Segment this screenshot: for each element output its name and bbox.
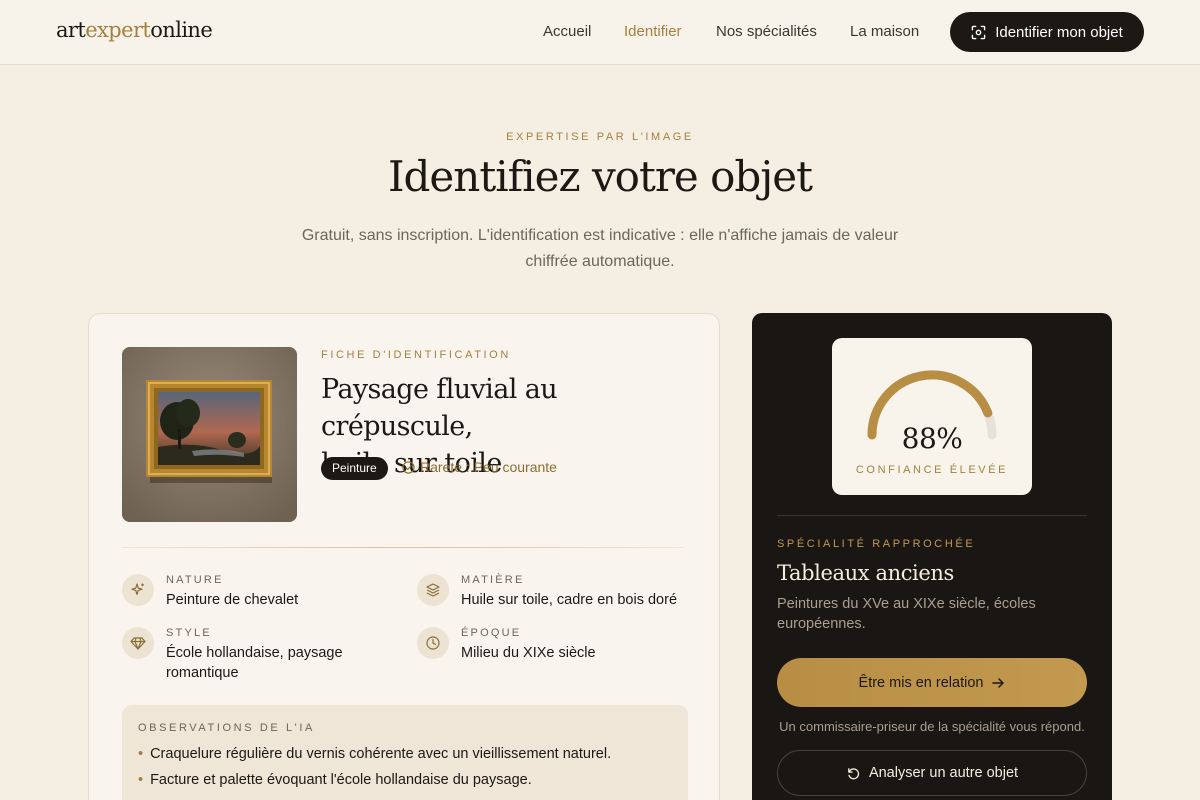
observation-text: Craquelure régulière du vernis cohérente… [150, 746, 612, 762]
panel-divider [777, 515, 1087, 516]
attribute-nature: NATURE Peinture de chevalet [122, 574, 392, 618]
subtitle-line-2: chiffrée automatique. [525, 253, 675, 270]
confidence-label: CONFIANCE ÉLEVÉE [855, 464, 1009, 476]
specialty-description: Peintures du XVe au XIXe siècle, écoles … [777, 596, 1036, 632]
confidence-value: 88% [901, 422, 963, 455]
bullet: • [138, 746, 144, 762]
attribute-style: STYLE École hollandaise, paysage romanti… [122, 627, 392, 691]
attribute-label: ÉPOQUE [461, 627, 522, 639]
object-title-line-1: Paysage fluvial au crépuscule, [321, 374, 558, 442]
sparkle-icon [122, 574, 154, 606]
subtitle-line-1: Gratuit, sans inscription. L'identificat… [301, 227, 899, 244]
specialty-title: Tableaux anciens [777, 561, 954, 585]
refresh-icon [846, 766, 861, 781]
attribute-value: Peinture de chevalet [166, 592, 299, 608]
list-item: • Craquelure régulière du vernis cohérent… [138, 746, 611, 762]
observation-text: Facture et palette évoquant l'école holl… [150, 772, 532, 788]
arrow-right-icon [991, 676, 1005, 690]
identify-object-label: Identifier mon objet [995, 23, 1123, 41]
object-photo [122, 347, 297, 522]
contact-note: Un commissaire-priseur de la spécialité … [779, 719, 1085, 734]
hero-eyebrow: EXPERTISE PAR L'IMAGE [506, 131, 694, 143]
contact-expert-label: Être mis en relation [858, 674, 984, 691]
attribute-value-line-1: École hollandaise, paysage [166, 645, 343, 661]
attribute-epoque: ÉPOQUE Milieu du XIXe siècle [417, 627, 697, 671]
category-tag: Peinture [321, 457, 388, 480]
attribute-value: Milieu du XIXe siècle [461, 645, 596, 661]
attribute-value-line-2: romantique [166, 665, 239, 681]
specialty-eyebrow: SPÉCIALITÉ RAPPROCHÉE [777, 538, 976, 550]
hero-subtitle: Gratuit, sans inscription. L'identificat… [270, 223, 930, 275]
attribute-value: École hollandaise, paysage romantique [166, 643, 343, 683]
rarity-badge: Rareté : Peu courante [402, 459, 557, 475]
list-item: • Facture et palette évoquant l'école hol… [138, 772, 532, 788]
layers-icon [417, 574, 449, 606]
confidence-gauge: 88% CONFIANCE ÉLEVÉE [832, 338, 1032, 495]
page-title: Identifiez votre objet [387, 152, 813, 201]
attribute-label: NATURE [166, 574, 224, 586]
identification-card: FICHE D'IDENTIFICATION Paysage fluvial a… [88, 313, 720, 800]
nav-la-maison[interactable]: La maison [850, 23, 919, 40]
rarity-text: Rareté : Peu courante [420, 459, 557, 475]
site-header: artexpertonline Accueil Identifier Nos s… [0, 0, 1200, 65]
attribute-label: MATIÈRE [461, 574, 525, 586]
contact-expert-button[interactable]: Être mis en relation [777, 658, 1087, 707]
observations-title: OBSERVATIONS DE L'IA [138, 722, 315, 734]
scan-icon [971, 25, 986, 40]
analyze-another-button[interactable]: Analyser un autre objet [777, 750, 1087, 796]
attribute-label: STYLE [166, 627, 212, 639]
section-divider [122, 547, 684, 548]
nav-specialites[interactable]: Nos spécialités [716, 23, 817, 40]
ai-observations: OBSERVATIONS DE L'IA • Craquelure réguliè… [122, 705, 688, 800]
analyze-another-label: Analyser un autre objet [868, 765, 1019, 781]
nav-accueil[interactable]: Accueil [543, 23, 591, 40]
logo-text-art: art [56, 18, 86, 42]
attribute-value: Huile sur toile, cadre en bois doré [461, 592, 678, 608]
nav-identifier[interactable]: Identifier [624, 23, 682, 40]
result-panel: 88% CONFIANCE ÉLEVÉE SPÉCIALITÉ RAPPROCH… [752, 313, 1112, 800]
bullet: • [138, 772, 144, 788]
site-logo[interactable]: artexpertonline [56, 18, 213, 42]
check-circle-icon [402, 460, 415, 474]
diamond-icon [122, 627, 154, 659]
logo-text-online: online [150, 18, 213, 42]
attribute-matiere: MATIÈRE Huile sur toile, cadre en bois d… [417, 574, 697, 618]
clock-icon [417, 627, 449, 659]
card-eyebrow: FICHE D'IDENTIFICATION [321, 349, 511, 361]
identify-object-button[interactable]: Identifier mon objet [950, 12, 1144, 52]
logo-text-expert: expert [85, 18, 151, 42]
